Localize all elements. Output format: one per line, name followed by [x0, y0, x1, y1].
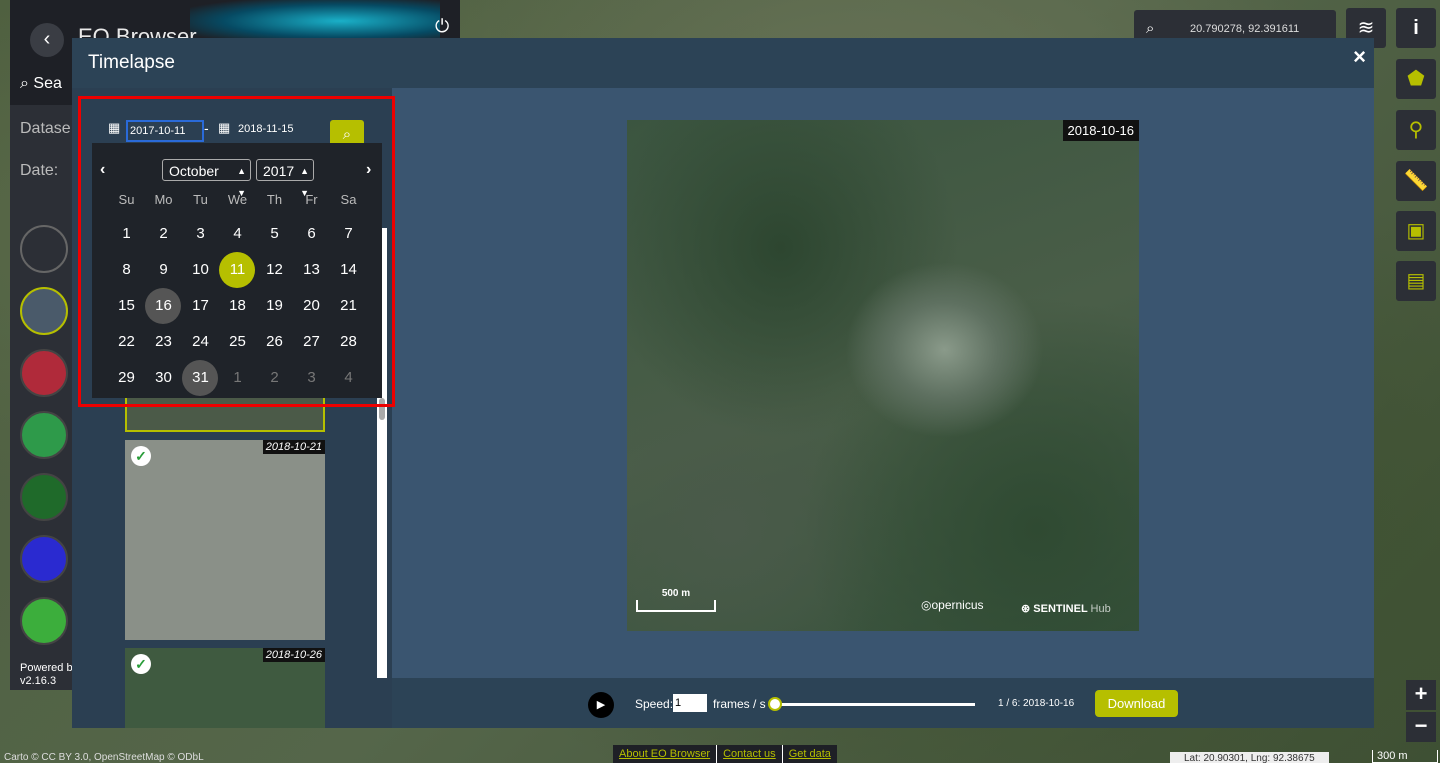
player-bar: ▶ Speed: 1 frames / s 1 / 6: 2018-10-16 …	[392, 678, 1374, 728]
film-icon[interactable]: ▤	[1396, 261, 1436, 301]
copernicus-text: opernicus	[931, 598, 984, 612]
get-data-link[interactable]: Get data	[783, 745, 837, 763]
date-label: Date:	[20, 162, 59, 179]
layer-thumb[interactable]	[20, 287, 68, 335]
thumbnail[interactable]: ✓ 2018-10-26	[125, 648, 325, 728]
frame-info: 1 / 6: 2018-10-16	[998, 698, 1075, 709]
preview-date: 2018-10-16	[1062, 120, 1139, 141]
thumbnail[interactable]: ✓ 2018-10-21	[125, 440, 325, 640]
zoom-out-button[interactable]: −	[1406, 712, 1436, 742]
layer-thumb[interactable]	[20, 473, 68, 521]
search-icon[interactable]: ⌕	[1146, 20, 1154, 37]
power-icon[interactable]: ⏻	[435, 16, 449, 37]
search-icon: ⌕	[20, 75, 34, 92]
powered-label: Powered b	[20, 662, 73, 674]
layer-thumb[interactable]	[20, 411, 68, 459]
close-button[interactable]: ×	[1353, 44, 1366, 70]
contact-link[interactable]: Contact us	[717, 745, 783, 763]
map-scale: 300 m	[1372, 750, 1438, 763]
modal-header: Timelapse ×	[72, 38, 1374, 88]
image-icon[interactable]: ▣	[1396, 211, 1436, 251]
preview-scale-label: 500 m	[661, 588, 691, 599]
search-tab-label: Sea	[33, 75, 62, 92]
sentinel-text: SENTINEL	[1033, 603, 1088, 615]
powered-by: Powered b v2.16.3	[20, 662, 73, 688]
sentinel-hub-logo: ⊛ SENTINEL Hub	[1021, 603, 1111, 615]
speed-label: Speed:	[635, 697, 674, 711]
modal-title: Timelapse	[88, 52, 175, 73]
brand-banner	[190, 0, 440, 42]
back-button[interactable]: ‹	[30, 23, 64, 57]
fps-label: frames / s	[713, 697, 766, 711]
frame-slider-handle[interactable]	[768, 697, 782, 711]
layer-thumb[interactable]	[20, 535, 68, 583]
brush-icon[interactable]	[20, 225, 68, 273]
zoom-in-button[interactable]: +	[1406, 680, 1436, 710]
play-icon[interactable]: ▶	[588, 692, 614, 718]
footer-links: About EO Browser Contact us Get data	[613, 745, 837, 763]
map-attribution: Carto © CC BY 3.0, OpenStreetMap © ODbL	[4, 752, 204, 763]
about-link[interactable]: About EO Browser	[613, 745, 718, 763]
layer-thumb[interactable]	[20, 597, 68, 645]
copernicus-logo: ◎opernicus	[921, 598, 984, 612]
side-labels: Datase Date:	[20, 120, 71, 204]
layer-thumbs	[10, 225, 74, 659]
hub-text: Hub	[1090, 603, 1111, 615]
thumbnail-date: 2018-10-26	[262, 648, 325, 662]
highlight-box	[78, 96, 395, 407]
thumbnail-date: 2018-10-21	[262, 440, 325, 454]
dataset-label: Datase	[20, 120, 71, 137]
check-icon[interactable]: ✓	[131, 446, 151, 466]
preview-scale: 500 m	[636, 588, 716, 612]
download-button[interactable]: Download	[1095, 690, 1178, 717]
preview-image: 2018-10-16 500 m ◎opernicus ⊛ SENTINEL H…	[627, 120, 1139, 631]
info-icon[interactable]: i	[1396, 8, 1436, 48]
search-tab[interactable]: ⌕ Sea	[20, 75, 62, 93]
latlng-readout: Lat: 20.90301, Lng: 92.38675	[1170, 752, 1329, 763]
frame-slider[interactable]	[773, 703, 975, 706]
check-icon[interactable]: ✓	[131, 654, 151, 674]
polygon-icon[interactable]: ⬟	[1396, 59, 1436, 99]
pin-icon[interactable]: ⚲	[1396, 110, 1436, 150]
coords-text: 20.790278, 92.391611	[1190, 23, 1300, 35]
version-label: v2.16.3	[20, 675, 57, 687]
ruler-icon[interactable]: 📏	[1396, 161, 1436, 201]
speed-input[interactable]: 1	[673, 694, 707, 712]
layer-thumb[interactable]	[20, 349, 68, 397]
